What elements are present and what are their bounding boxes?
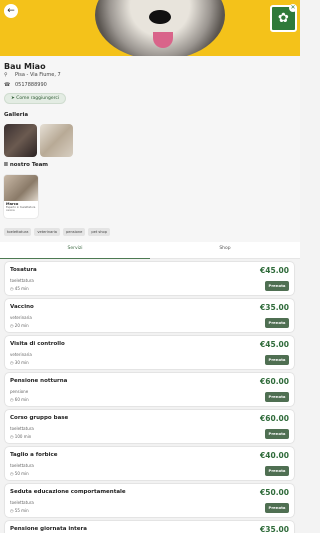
close-icon[interactable]: ✕ [289, 4, 297, 12]
book-button[interactable]: Prenota [265, 392, 289, 402]
service-category: pensione [10, 389, 29, 394]
location-pin-icon: ⚲ [4, 72, 8, 78]
service-category: toelettatura [10, 463, 34, 468]
how-to-reach-label: Come raggiungerci [16, 96, 60, 101]
service-category: toelettatura [10, 278, 34, 283]
service-name: Visita di controllo [10, 341, 65, 347]
tab-services[interactable]: Servizi [0, 246, 150, 251]
gallery-title: Galleria [4, 112, 29, 118]
phone-text: 0517888990 [15, 82, 47, 88]
category-chip[interactable]: toelettatura [4, 228, 32, 236]
duration-text: 50 min [14, 471, 29, 476]
brand-logo: ✿ ✕ [270, 4, 297, 32]
service-name: Pensione giornata intera [10, 526, 87, 532]
service-category: toelettatura [10, 426, 34, 431]
service-price: €45.00 [260, 266, 289, 275]
service-card: Taglio a forbice toelettatura ◷ 50 min €… [5, 447, 294, 480]
service-card: Vaccino veterinaria ◷ 20 min €35.00 Pren… [5, 299, 294, 332]
service-price: €45.00 [260, 340, 289, 349]
service-duration: ◷ 50 min [10, 471, 29, 476]
clock-icon: ◷ [10, 508, 14, 513]
service-name: Seduta educazione comportamentale [10, 489, 126, 495]
clock-icon: ◷ [10, 323, 14, 328]
service-price: €40.00 [260, 451, 289, 460]
service-name: Tosatura [10, 267, 37, 273]
service-duration: ◷ 60 min [10, 397, 29, 402]
duration-text: 20 min [14, 323, 29, 328]
clock-icon: ◷ [10, 434, 14, 439]
clock-icon: ◷ [10, 286, 14, 291]
address-text: Pisa - Via Fiume, 7 [15, 72, 61, 78]
duration-text: 100 min [14, 434, 32, 439]
service-price: €60.00 [260, 377, 289, 386]
paw-icon: ✿ [278, 11, 289, 26]
clock-icon: ◷ [10, 471, 14, 476]
service-duration: ◷ 30 min [10, 360, 29, 365]
service-duration: ◷ 45 min [10, 286, 29, 291]
business-name: Bau Miao [4, 62, 46, 71]
service-name: Pensione notturna [10, 378, 68, 384]
category-chip[interactable]: pet shop [88, 228, 111, 236]
service-card: Visita di controllo veterinaria ◷ 30 min… [5, 336, 294, 369]
service-card: Seduta educazione comportamentale toelet… [5, 484, 294, 517]
tab-bar: Servizi Shop [0, 242, 300, 259]
service-card: Pensione giornata intera €35.00 [5, 521, 294, 533]
clock-icon: ◷ [10, 360, 14, 365]
book-button[interactable]: Prenota [265, 429, 289, 439]
gallery-image[interactable] [40, 124, 73, 157]
duration-text: 60 min [14, 397, 29, 402]
directions-icon: ➤ [11, 96, 15, 101]
service-category: veterinaria [10, 315, 32, 320]
business-info: Bau Miao ⚲ Pisa - Via Fiume, 7 ☎ 051788899… [0, 56, 300, 242]
service-category: veterinaria [10, 352, 32, 357]
duration-text: 30 min [14, 360, 29, 365]
service-name: Taglio a forbice [10, 452, 58, 458]
book-button[interactable]: Prenota [265, 503, 289, 513]
service-name: Corso gruppo base [10, 415, 69, 421]
team-title: Il nostro Team [4, 162, 49, 168]
category-chips: toelettatura veterinaria pensione pet sh… [4, 228, 111, 236]
phone-icon: ☎ [4, 82, 11, 88]
book-button[interactable]: Prenota [265, 466, 289, 476]
service-card: Pensione notturna pensione ◷ 60 min €60.… [5, 373, 294, 406]
service-duration: ◷ 55 min [10, 508, 29, 513]
gallery-image[interactable] [4, 124, 37, 157]
business-address: ⚲ Pisa - Via Fiume, 7 [4, 72, 61, 78]
dog-photo [95, 0, 225, 56]
duration-text: 45 min [14, 286, 29, 291]
service-duration: ◷ 20 min [10, 323, 29, 328]
active-tab-indicator [0, 257, 150, 259]
category-chip[interactable]: veterinaria [34, 228, 61, 236]
clock-icon: ◷ [10, 397, 14, 402]
hero-banner: ← ✿ ✕ [0, 0, 300, 56]
category-chip[interactable]: pensione [63, 228, 86, 236]
duration-text: 55 min [14, 508, 29, 513]
service-price: €35.00 [260, 525, 289, 533]
team-member-role: Esperto in toelettatura canina [6, 206, 36, 212]
team-member-card[interactable]: Marco Esperto in toelettatura canina [4, 175, 38, 218]
book-button[interactable]: Prenota [265, 355, 289, 365]
arrow-left-icon: ← [7, 6, 15, 16]
service-category: toelettatura [10, 500, 34, 505]
book-button[interactable]: Prenota [265, 281, 289, 291]
service-price: €50.00 [260, 488, 289, 497]
back-button[interactable]: ← [4, 4, 18, 18]
service-card: Tosatura toelettatura ◷ 45 min €45.00 Pr… [5, 262, 294, 295]
service-price: €60.00 [260, 414, 289, 423]
service-card: Corso gruppo base toelettatura ◷ 100 min… [5, 410, 294, 443]
tab-shop[interactable]: Shop [150, 246, 300, 251]
book-button[interactable]: Prenota [265, 318, 289, 328]
service-name: Vaccino [10, 304, 34, 310]
how-to-reach-button[interactable]: ➤ Come raggiungerci [4, 93, 67, 104]
service-duration: ◷ 100 min [10, 434, 31, 439]
team-member-photo [4, 175, 38, 201]
service-price: €35.00 [260, 303, 289, 312]
business-phone[interactable]: ☎ 0517888990 [4, 82, 47, 88]
